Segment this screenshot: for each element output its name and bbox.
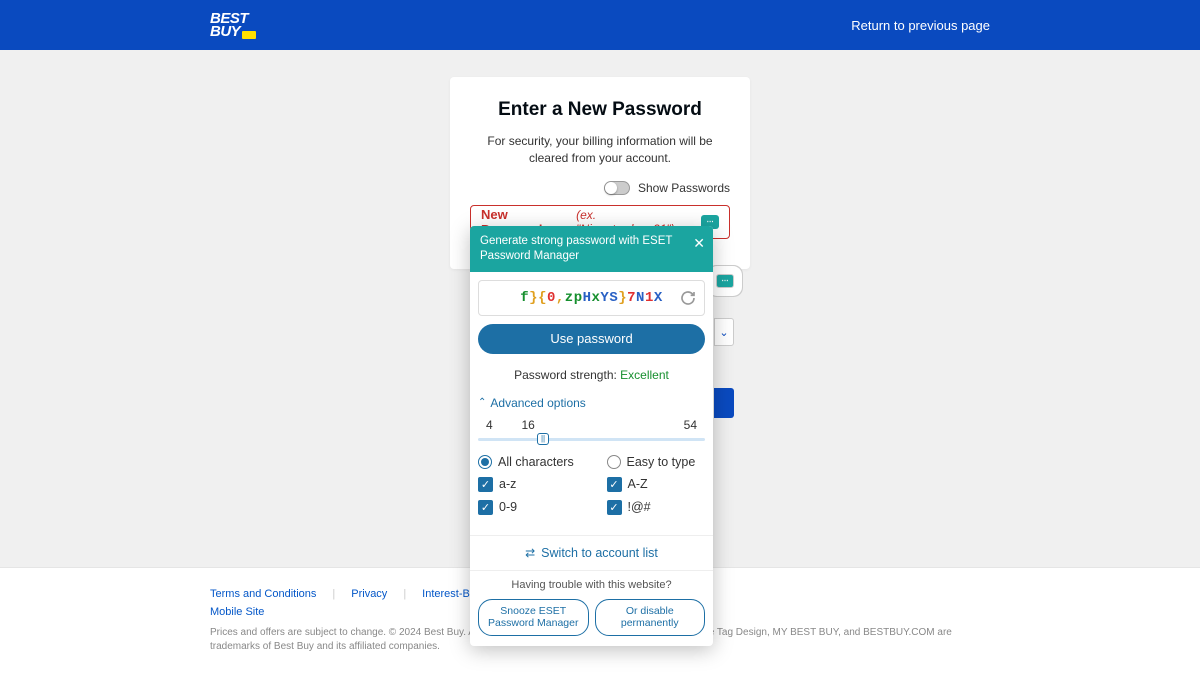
switch-account-list-button[interactable]: ⇄ Switch to account list <box>470 535 713 570</box>
logo-tag-icon <box>242 31 256 39</box>
page-subtitle: For security, your billing information w… <box>470 133 730 167</box>
page-title: Enter a New Password <box>470 99 730 121</box>
advanced-label: Advanced options <box>490 396 585 410</box>
generated-password: f}{0,zpHxYS}7N1X <box>520 290 663 306</box>
footer-link-terms[interactable]: Terms and Conditions <box>210 588 316 600</box>
trouble-text: Having trouble with this website? <box>470 570 713 599</box>
eset-badge-icon[interactable]: ⋯ <box>716 274 734 288</box>
checkbox-icon <box>478 500 493 515</box>
slider-value: 16 <box>521 418 534 432</box>
radio-all-characters[interactable]: All characters <box>478 455 577 469</box>
radio-icon <box>607 455 621 469</box>
show-passwords-label: Show Passwords <box>638 181 730 195</box>
logo-line2: BUY <box>210 25 256 39</box>
chevron-up-icon: ⌃ <box>478 397 486 408</box>
radio-icon <box>478 455 492 469</box>
snooze-button[interactable]: Snooze ESET Password Manager <box>478 599 589 636</box>
generated-password-box: f}{0,zpHxYS}7N1X <box>478 280 705 316</box>
footer-link-privacy[interactable]: Privacy <box>351 588 387 600</box>
slider-thumb[interactable]: || <box>537 433 549 445</box>
submit-button-fragment[interactable] <box>714 388 734 418</box>
advanced-options-toggle[interactable]: ⌃ Advanced options <box>470 396 713 410</box>
checkbox-uppercase[interactable]: A-Z <box>607 477 706 492</box>
disable-button[interactable]: Or disable permanently <box>595 599 706 636</box>
use-password-button[interactable]: Use password <box>478 324 705 354</box>
switch-icon: ⇄ <box>525 546 535 560</box>
show-passwords-row: Show Passwords <box>470 181 730 195</box>
slider-min: 4 <box>486 418 493 432</box>
radio-easy-to-type[interactable]: Easy to type <box>607 455 706 469</box>
close-icon[interactable]: ✕ <box>693 234 705 252</box>
eset-password-popup: Generate strong password with ESET Passw… <box>470 226 713 646</box>
return-link[interactable]: Return to previous page <box>851 18 990 33</box>
strength-value: Excellent <box>620 368 669 382</box>
popup-footer-buttons: Snooze ESET Password Manager Or disable … <box>470 599 713 646</box>
dropdown-caret-icon[interactable]: ⌄ <box>714 318 734 346</box>
refresh-icon[interactable] <box>680 290 696 306</box>
checkbox-icon <box>607 477 622 492</box>
checkbox-icon <box>607 500 622 515</box>
bestbuy-logo: BEST BUY <box>210 12 256 39</box>
length-slider-section: 4 16 54 || <box>470 414 713 451</box>
password-strength: Password strength: Excellent <box>470 368 713 382</box>
popup-title: Generate strong password with ESET Passw… <box>480 235 672 262</box>
checkbox-lowercase[interactable]: a-z <box>478 477 577 492</box>
slider-labels: 4 16 54 <box>478 418 705 432</box>
strength-label: Password strength: <box>514 368 620 382</box>
length-slider[interactable]: || <box>478 438 705 441</box>
checkbox-symbols[interactable]: !@# <box>607 500 706 515</box>
popup-header: Generate strong password with ESET Passw… <box>470 226 713 272</box>
site-header: BEST BUY Return to previous page <box>0 0 1200 50</box>
slider-max: 54 <box>684 418 697 432</box>
show-passwords-toggle[interactable] <box>604 181 630 195</box>
character-options: All characters Easy to type a-z A-Z 0-9 … <box>470 451 713 535</box>
toggle-knob <box>605 182 617 194</box>
checkbox-icon <box>478 477 493 492</box>
checkbox-digits[interactable]: 0-9 <box>478 500 577 515</box>
